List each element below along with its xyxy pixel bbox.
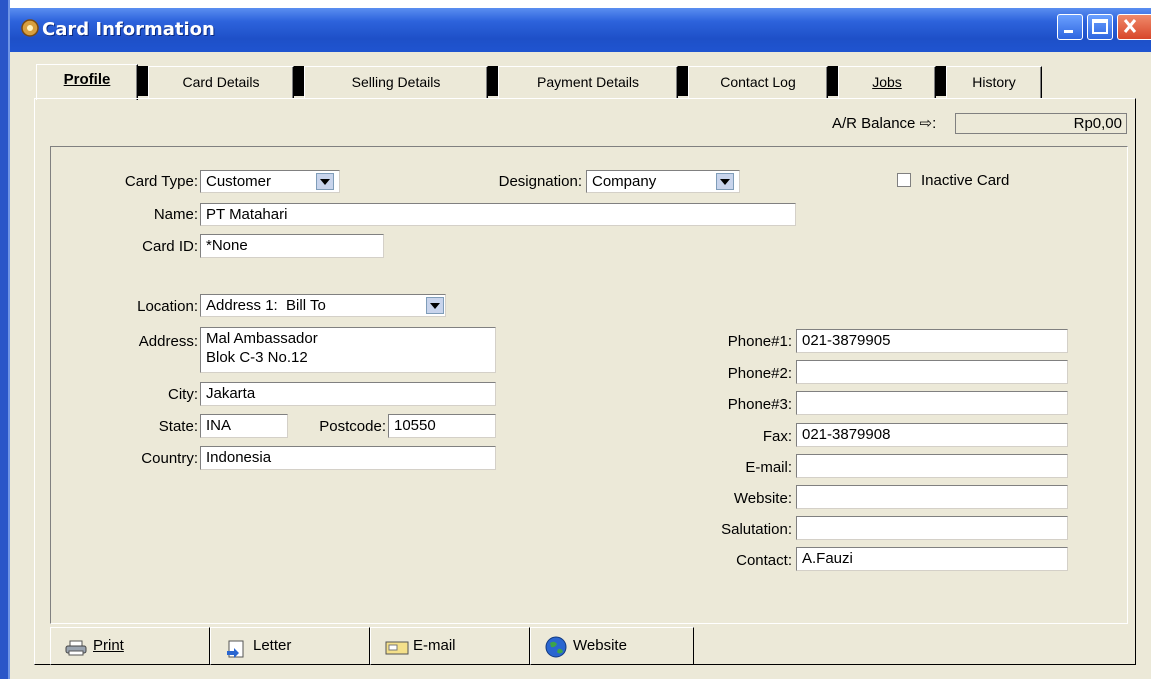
- tab-selling-details-label: Selling Details: [351, 74, 441, 90]
- email-label: E-mail:: [745, 459, 792, 476]
- salutation-label: Salutation:: [721, 521, 792, 538]
- chevron-down-icon[interactable]: [316, 173, 334, 190]
- designation-value: Company: [592, 173, 657, 190]
- letter-icon: [227, 640, 244, 658]
- letter-button-label: Letter: [253, 637, 292, 654]
- desktop-edge: [0, 0, 8, 679]
- tab-separator: [294, 66, 304, 96]
- maximize-button[interactable]: [1087, 14, 1113, 40]
- chevron-down-icon[interactable]: [716, 173, 734, 190]
- window-title: Card Information: [42, 19, 215, 40]
- email-button-label: E-mail: [413, 637, 456, 654]
- email-field[interactable]: [796, 454, 1068, 478]
- fax-label: Fax:: [762, 428, 792, 445]
- website-field[interactable]: [796, 485, 1068, 509]
- globe-icon: [545, 636, 567, 658]
- phone2-field[interactable]: [796, 360, 1068, 384]
- tab-profile[interactable]: Profile: [36, 64, 138, 100]
- contact-field[interactable]: A.Fauzi: [796, 547, 1068, 571]
- tab-separator: [488, 66, 498, 96]
- address-label: Address:: [138, 333, 198, 350]
- tab-contact-log-label: Contact Log: [720, 74, 796, 90]
- state-field[interactable]: INA: [200, 414, 288, 438]
- inactive-card-checkbox[interactable]: [897, 173, 911, 187]
- tab-history-label: History: [972, 74, 1016, 90]
- country-field[interactable]: Indonesia: [200, 446, 496, 470]
- tab-selling-details[interactable]: Selling Details: [304, 66, 488, 98]
- card-id-field[interactable]: *None: [200, 234, 384, 258]
- postcode-label: Postcode:: [319, 418, 386, 435]
- website-button-label: Website: [573, 637, 627, 654]
- salutation-field[interactable]: [796, 516, 1068, 540]
- website-label: Website:: [733, 490, 792, 507]
- designation-label: Designation:: [498, 173, 582, 190]
- letter-button[interactable]: Letter: [210, 627, 370, 665]
- fax-field[interactable]: 021-3879908: [796, 423, 1068, 447]
- card-type-value: Customer: [206, 173, 272, 190]
- location-value: Address 1: Bill To: [206, 297, 326, 314]
- city-field[interactable]: Jakarta: [200, 382, 496, 406]
- tab-card-details-label: Card Details: [182, 74, 260, 90]
- minimize-icon: [1064, 30, 1073, 33]
- tab-profile-label: Profile: [63, 71, 111, 88]
- inactive-card-label: Inactive Card: [921, 172, 1010, 189]
- location-select[interactable]: Address 1: Bill To: [200, 294, 446, 317]
- phone3-label: Phone#3:: [727, 396, 792, 413]
- email-button[interactable]: E-mail: [370, 627, 530, 665]
- chevron-down-icon[interactable]: [426, 297, 444, 314]
- print-button-label: Print: [93, 637, 124, 654]
- tab-history[interactable]: History: [946, 66, 1042, 98]
- state-label: State:: [158, 418, 198, 435]
- maximize-icon: [1092, 19, 1108, 34]
- tab-payment-details-label: Payment Details: [537, 74, 639, 90]
- tab-separator: [936, 66, 946, 96]
- contact-label: Contact:: [736, 552, 792, 569]
- name-field[interactable]: PT Matahari: [200, 203, 796, 226]
- tab-separator: [828, 66, 838, 96]
- email-icon: [385, 641, 409, 655]
- country-label: Country:: [141, 450, 198, 467]
- phone2-label: Phone#2:: [727, 365, 792, 382]
- ar-balance-label: A/R Balance ⇨:: [832, 115, 937, 132]
- tab-card-details[interactable]: Card Details: [148, 66, 294, 98]
- card-id-label: Card ID:: [142, 238, 198, 255]
- tab-jobs-label: Jobs: [872, 74, 902, 90]
- address-field[interactable]: Mal Ambassador Blok C-3 No.12: [200, 327, 496, 373]
- card-type-label: Card Type:: [124, 173, 198, 190]
- website-button[interactable]: Website: [530, 627, 694, 665]
- close-icon: [1123, 19, 1137, 33]
- phone3-field[interactable]: [796, 391, 1068, 415]
- tab-separator: [138, 66, 148, 96]
- minimize-button[interactable]: [1057, 14, 1083, 40]
- phone1-field[interactable]: 021-3879905: [796, 329, 1068, 353]
- phone1-label: Phone#1:: [727, 333, 792, 350]
- ar-balance-value: Rp0,00: [955, 113, 1127, 134]
- city-label: City:: [168, 386, 198, 403]
- tab-jobs[interactable]: Jobs: [838, 66, 936, 98]
- app-icon: [21, 19, 39, 37]
- postcode-field[interactable]: 10550: [388, 414, 496, 438]
- name-label: Name:: [153, 206, 198, 223]
- tab-contact-log[interactable]: Contact Log: [688, 66, 828, 98]
- tab-payment-details[interactable]: Payment Details: [498, 66, 678, 98]
- print-button[interactable]: Print: [50, 627, 210, 665]
- printer-icon: [65, 640, 87, 656]
- location-label: Location:: [137, 298, 198, 315]
- tab-separator: [678, 66, 688, 96]
- close-button[interactable]: [1117, 14, 1151, 40]
